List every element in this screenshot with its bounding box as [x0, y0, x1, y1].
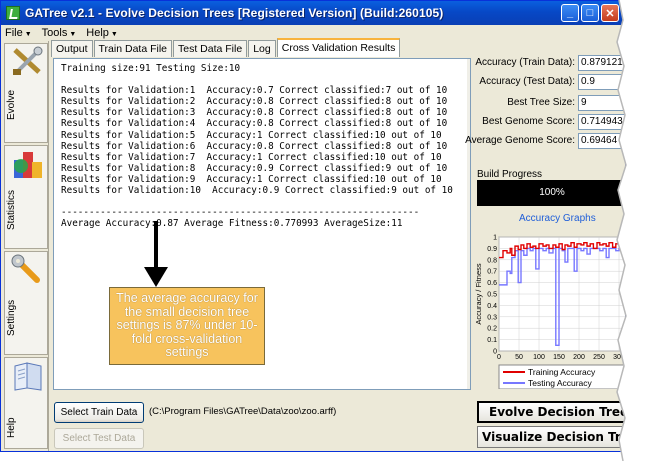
arrow-down-icon	[144, 221, 168, 287]
results-line: Results for Validation:4 Accuracy:0.8 Co…	[61, 118, 448, 130]
results-line: Results for Validation:6 Accuracy:0.8 Co…	[61, 140, 448, 152]
sidebar: Evolve Statistics Settings Help	[3, 41, 49, 451]
chart-y-tick-label: 0.3	[487, 314, 497, 321]
sidebar-item-evolve[interactable]: Evolve	[4, 43, 48, 143]
results-line: Training size:91 Testing Size:10	[61, 63, 241, 74]
menu-tools-label: Tools	[41, 27, 68, 39]
accuracy-train-label: Accuracy (Train Data):	[475, 57, 575, 68]
average-genome-score-field[interactable]: 0.69464	[578, 133, 625, 149]
stat-best-tree-size: Best Tree Size: 9	[477, 95, 625, 112]
menu-help-label: Help	[86, 27, 109, 39]
window-controls: _ □ ✕	[561, 4, 619, 22]
chevron-down-icon: ▼	[69, 31, 77, 38]
chart-x-tick-label: 0	[497, 354, 501, 361]
tab-log[interactable]: Log	[248, 40, 276, 57]
select-test-data-button[interactable]: Select Test Data	[54, 428, 144, 449]
build-progress-bar: 100%	[477, 180, 625, 206]
chart-y-tick-label: 1	[493, 235, 497, 242]
sidebar-item-label: Settings	[6, 299, 17, 336]
results-line: Results for Validation:7 Accuracy:1 Corr…	[61, 151, 442, 163]
annotation-callout: The average accuracy for the small decis…	[109, 287, 265, 365]
menu-file-label: File	[5, 27, 23, 39]
select-train-data-button[interactable]: Select Train Data	[54, 402, 144, 423]
accuracy-test-field[interactable]: 0.9	[578, 74, 625, 90]
chart-x-tick-label: 200	[573, 354, 585, 361]
chart-y-tick-label: 0.8	[487, 257, 497, 264]
chart-x-tick-label: 300	[613, 354, 625, 361]
chart-y-tick-label: 0.5	[487, 292, 497, 299]
visualize-decision-trees-button[interactable]: Visualize Decision Trees	[477, 426, 625, 448]
minimize-icon[interactable]: _	[561, 4, 579, 22]
tab-output[interactable]: Output	[51, 40, 93, 57]
tab-strip: Output Train Data File Test Data File Lo…	[51, 38, 401, 58]
results-line	[61, 74, 453, 85]
results-line: Results for Validation:2 Accuracy:0.8 Co…	[61, 96, 448, 108]
app-window: GATree v2.1 - Evolve Decision Trees [Reg…	[0, 0, 626, 452]
results-line: Results for Validation:3 Accuracy:0.8 Co…	[61, 107, 448, 119]
accuracy-chart: 00.10.20.30.40.50.60.70.80.910 50 100 150 20…	[475, 235, 625, 389]
best-tree-size-label: Best Tree Size:	[507, 97, 575, 108]
gatree-app-icon	[6, 6, 20, 20]
chart-y-tick-label: 0.7	[487, 269, 497, 276]
chart-x-tick-label: 50	[515, 354, 523, 361]
results-line: Results for Validation:9 Accuracy:1 Corr…	[61, 173, 442, 185]
accuracy-train-field[interactable]: 0.879121	[578, 55, 625, 71]
menu-file[interactable]: File ▼	[5, 27, 32, 39]
menu-help[interactable]: Help ▼	[86, 27, 118, 39]
maximize-icon[interactable]: □	[581, 4, 599, 22]
close-icon[interactable]: ✕	[601, 4, 619, 22]
results-line: ----------------------------------------…	[61, 207, 420, 219]
train-file-path: (C:\Program Files\GATree\Data\zoo\zoo.ar…	[149, 406, 337, 417]
stat-accuracy-train: Accuracy (Train Data): 0.879121	[475, 55, 625, 72]
chart-y-tick-label: 0.1	[487, 337, 497, 344]
chart-x-tick-label: 150	[553, 354, 565, 361]
results-text: Training size:91 Testing Size:10 Results…	[61, 63, 453, 229]
stat-accuracy-test: Accuracy (Test Data): 0.9	[477, 74, 625, 91]
chevron-down-icon: ▼	[24, 31, 32, 38]
sidebar-item-settings[interactable]: Settings	[4, 251, 48, 355]
scrollbar[interactable]	[467, 59, 470, 389]
chart-y-tick-label: 0.9	[487, 246, 497, 253]
chevron-down-icon: ▼	[110, 31, 118, 38]
chart-y-axis-label: Accuracy / Fitness	[475, 263, 483, 325]
sidebar-item-label: Help	[6, 417, 17, 438]
sidebar-item-help[interactable]: Help	[4, 357, 48, 449]
results-line: Average Accuracy:0.87 Average Fitness:0.…	[61, 218, 403, 230]
chart-legend-label: Training Accuracy	[528, 367, 596, 377]
build-progress-label: Build Progress	[477, 169, 543, 180]
results-line: Results for Validation:1 Accuracy:0.7 Co…	[61, 85, 448, 97]
chart-y-tick-label: 0.6	[487, 280, 497, 287]
results-line: Results for Validation:8 Accuracy:0.9 Co…	[61, 162, 448, 174]
window-title: GATree v2.1 - Evolve Decision Trees [Reg…	[25, 6, 444, 20]
results-line	[61, 196, 453, 207]
sidebar-item-statistics[interactable]: Statistics	[4, 145, 48, 249]
tab-cross-validation-results[interactable]: Cross Validation Results	[276, 38, 401, 57]
stat-average-genome-score: Average Genome Score: 0.69464	[465, 133, 625, 150]
tab-train-data-file[interactable]: Train Data File	[93, 40, 172, 57]
evolve-decision-trees-button[interactable]: Evolve Decision Trees	[477, 401, 625, 423]
results-line: Results for Validation:5 Accuracy:1 Corr…	[61, 129, 442, 141]
tab-test-data-file[interactable]: Test Data File	[173, 40, 248, 57]
chart-x-tick-label: 250	[593, 354, 605, 361]
accuracy-graphs-title: Accuracy Graphs	[519, 213, 596, 224]
average-genome-score-label: Average Genome Score:	[465, 135, 575, 146]
title-bar[interactable]: GATree v2.1 - Evolve Decision Trees [Reg…	[1, 1, 625, 25]
sidebar-item-label: Evolve	[6, 89, 17, 120]
chart-legend-label: Testing Accuracy	[528, 378, 593, 388]
menu-tools[interactable]: Tools ▼	[42, 27, 77, 39]
best-genome-score-field[interactable]: 0.714943	[578, 114, 625, 130]
best-genome-score-label: Best Genome Score:	[482, 116, 575, 127]
chart-x-tick-label: 100	[533, 354, 545, 361]
chart-y-tick-label: 0.2	[487, 326, 497, 333]
results-line: Results for Validation:10 Accuracy:0.9 C…	[61, 185, 453, 197]
stat-best-genome-score: Best Genome Score: 0.714943	[477, 114, 625, 131]
best-tree-size-field[interactable]: 9	[578, 95, 625, 111]
sidebar-item-label: Statistics	[6, 189, 17, 230]
accuracy-test-label: Accuracy (Test Data):	[479, 76, 575, 87]
chart-y-tick-label: 0.4	[487, 303, 497, 310]
